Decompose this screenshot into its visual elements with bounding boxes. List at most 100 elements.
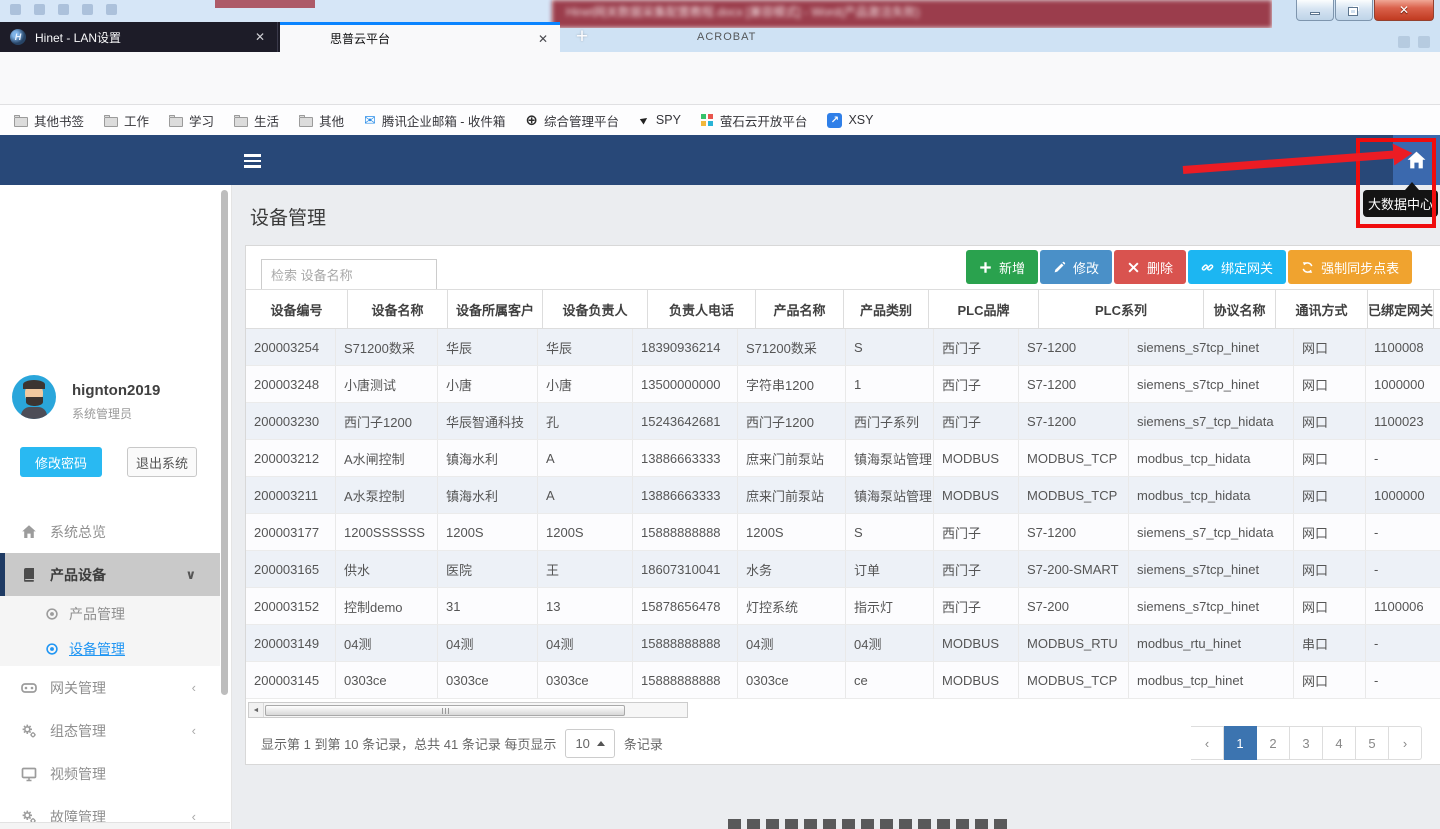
- action-button[interactable]: 强制同步点表: [1288, 250, 1412, 284]
- bookmark-icon: [299, 117, 313, 127]
- table-row[interactable]: 200003212 A水闸控制 镇海水利 A 13886663333 庶来门前泵…: [246, 440, 1440, 477]
- device-search-input[interactable]: [261, 259, 437, 292]
- table-header-cell[interactable]: 已绑定网关: [1368, 290, 1434, 328]
- window-minimize-button[interactable]: [1296, 0, 1334, 21]
- bookmark-item[interactable]: 其他: [299, 111, 344, 130]
- sidebar-menu-item[interactable]: 产品管理: [0, 596, 220, 631]
- page-button[interactable]: 4: [1323, 726, 1356, 760]
- table-header-cell[interactable]: 产品名称: [756, 290, 844, 328]
- user-name: hignton2019: [72, 382, 160, 399]
- new-tab-button[interactable]: +: [570, 25, 594, 51]
- cell-plc-series: MODBUS_TCP: [1019, 477, 1129, 513]
- window-restore-button[interactable]: [1335, 0, 1373, 21]
- tab-close-icon[interactable]: ✕: [243, 30, 277, 44]
- sidebar-menu-item[interactable]: 视频管理: [0, 752, 220, 795]
- sidebar-collapse-icon[interactable]: [244, 151, 261, 171]
- action-button[interactable]: 修改: [1040, 250, 1112, 284]
- cell-plc-brand: 西门子: [934, 588, 1019, 624]
- cell-bound-gateway: -: [1366, 551, 1440, 587]
- table-row[interactable]: 200003254 S71200数采 华辰 华辰 18390936214 S71…: [246, 329, 1440, 366]
- bookmark-item[interactable]: 其他书签: [14, 111, 84, 130]
- cell-customer: 华辰智通科技: [438, 403, 538, 439]
- table-header-cell[interactable]: 协议名称: [1204, 290, 1276, 328]
- table-header-cell[interactable]: 设备名称: [348, 290, 448, 328]
- cell-customer: 华辰: [438, 329, 538, 365]
- cell-comm-type: 网口: [1294, 477, 1366, 513]
- cell-protocol: siemens_s7tcp_hinet: [1129, 329, 1294, 365]
- cell-device-name: 西门子1200: [336, 403, 438, 439]
- action-button[interactable]: 新增: [966, 250, 1038, 284]
- table-header-cell[interactable]: 产品类别: [844, 290, 929, 328]
- cell-bound-gateway: 1100008: [1366, 329, 1440, 365]
- logout-button[interactable]: 退出系统: [127, 447, 197, 477]
- page-size-select[interactable]: 10: [565, 729, 614, 758]
- table-header-cell[interactable]: 通讯方式: [1276, 290, 1368, 328]
- table-row[interactable]: 200003248 小唐测试 小唐 小唐 13500000000 字符串1200…: [246, 366, 1440, 403]
- bookmark-item[interactable]: SPY: [639, 113, 681, 127]
- bookmark-item[interactable]: 萤石云开放平台: [701, 111, 808, 130]
- page-button[interactable]: 2: [1257, 726, 1290, 760]
- table-row[interactable]: 200003149 04测 04测 04测 15888888888 04测 04…: [246, 625, 1440, 662]
- table-header-cell[interactable]: PLC系列: [1039, 290, 1204, 328]
- window-close-button[interactable]: ✕: [1374, 0, 1434, 21]
- cell-product-category: 04测: [846, 625, 934, 661]
- action-button[interactable]: 删除: [1114, 250, 1186, 284]
- browser-tab-sipu-cloud[interactable]: 思普云平台 ✕: [280, 22, 560, 52]
- action-button-icon: [1053, 261, 1066, 274]
- bookmark-item[interactable]: 综合管理平台: [525, 111, 619, 130]
- word-ribbon-tab-acrobat: ACROBAT: [697, 31, 756, 43]
- change-password-button[interactable]: 修改密码: [20, 447, 102, 477]
- cell-product-name: 字符串1200: [738, 366, 846, 402]
- bookmark-item[interactable]: 学习: [169, 111, 214, 130]
- tab-close-icon[interactable]: ✕: [526, 32, 560, 46]
- table-body: 200003254 S71200数采 华辰 华辰 18390936214 S71…: [246, 329, 1440, 699]
- table-header-cell[interactable]: PLC品牌: [929, 290, 1039, 328]
- browser-tab-hinet[interactable]: H Hinet - LAN设置 ✕: [0, 22, 278, 52]
- avatar[interactable]: [12, 375, 56, 419]
- scroll-left-icon[interactable]: ◄: [249, 703, 264, 717]
- sidebar-scrollbar[interactable]: [221, 190, 228, 695]
- table-row[interactable]: 200003152 控制demo 31 13 15878656478 灯控系统 …: [246, 588, 1440, 625]
- sidebar-menu-item[interactable]: 系统总览: [0, 510, 220, 553]
- cell-plc-series: S7-200-SMART: [1019, 551, 1129, 587]
- table-row[interactable]: 200003230 西门子1200 华辰智通科技 孔 15243642681 西…: [246, 403, 1440, 440]
- cell-comm-type: 网口: [1294, 440, 1366, 476]
- bookmark-item[interactable]: 腾讯企业邮箱 - 收件箱: [364, 111, 505, 130]
- word-window-title: Hinet网关数据采集配置教程.docx [兼容模式] - Word(产品激活失…: [552, 0, 1272, 28]
- table-header-cell[interactable]: 设备编号: [246, 290, 348, 328]
- cell-device-name: 供水: [336, 551, 438, 587]
- sidebar-menu-item[interactable]: 网关管理 ‹: [0, 666, 220, 709]
- cell-device-id: 200003152: [246, 588, 336, 624]
- table-header-cell[interactable]: 设备所属客户: [448, 290, 543, 328]
- word-quickaccess-icon: [82, 4, 93, 15]
- cell-protocol: modbus_tcp_hidata: [1129, 477, 1294, 513]
- sidebar-menu-item[interactable]: 产品设备 ∨: [0, 553, 220, 596]
- bookmark-item[interactable]: 工作: [104, 111, 149, 130]
- cell-product-category: S: [846, 514, 934, 550]
- table-row[interactable]: 200003165 供水 医院 王 18607310041 水务 订单 西门子 …: [246, 551, 1440, 588]
- page-button[interactable]: 5: [1356, 726, 1389, 760]
- page-button[interactable]: ‹: [1191, 726, 1224, 760]
- sidebar-menu-item[interactable]: 组态管理 ‹: [0, 709, 220, 752]
- word-quickaccess-icon: [58, 4, 69, 15]
- bookmark-item[interactable]: 生活: [234, 111, 279, 130]
- table-row[interactable]: 200003177 1200SSSSSS 1200S 1200S 1588888…: [246, 514, 1440, 551]
- menu-item-icon: [45, 607, 59, 621]
- page-button[interactable]: ›: [1389, 726, 1422, 760]
- table-header-cell[interactable]: 设备负责人: [543, 290, 648, 328]
- cell-phone: 13886663333: [633, 477, 738, 513]
- page-button[interactable]: 3: [1290, 726, 1323, 760]
- bookmark-item[interactable]: XSY: [827, 113, 873, 128]
- cell-customer: 1200S: [438, 514, 538, 550]
- sidebar-menu-item[interactable]: 设备管理: [0, 631, 220, 666]
- table-header-cell[interactable]: 负责人电话: [648, 290, 756, 328]
- table-row[interactable]: 200003145 0303ce 0303ce 0303ce 158888888…: [246, 662, 1440, 699]
- horizontal-scrollbar[interactable]: ◄: [248, 702, 688, 718]
- action-button[interactable]: 绑定网关: [1188, 250, 1286, 284]
- cell-device-name: 1200SSSSSS: [336, 514, 438, 550]
- scrollbar-thumb[interactable]: [265, 705, 625, 716]
- page-button[interactable]: 1: [1224, 726, 1257, 760]
- table-row[interactable]: 200003211 A水泵控制 镇海水利 A 13886663333 庶来门前泵…: [246, 477, 1440, 514]
- cell-device-name: A水闸控制: [336, 440, 438, 476]
- bookmark-icon: [234, 117, 248, 127]
